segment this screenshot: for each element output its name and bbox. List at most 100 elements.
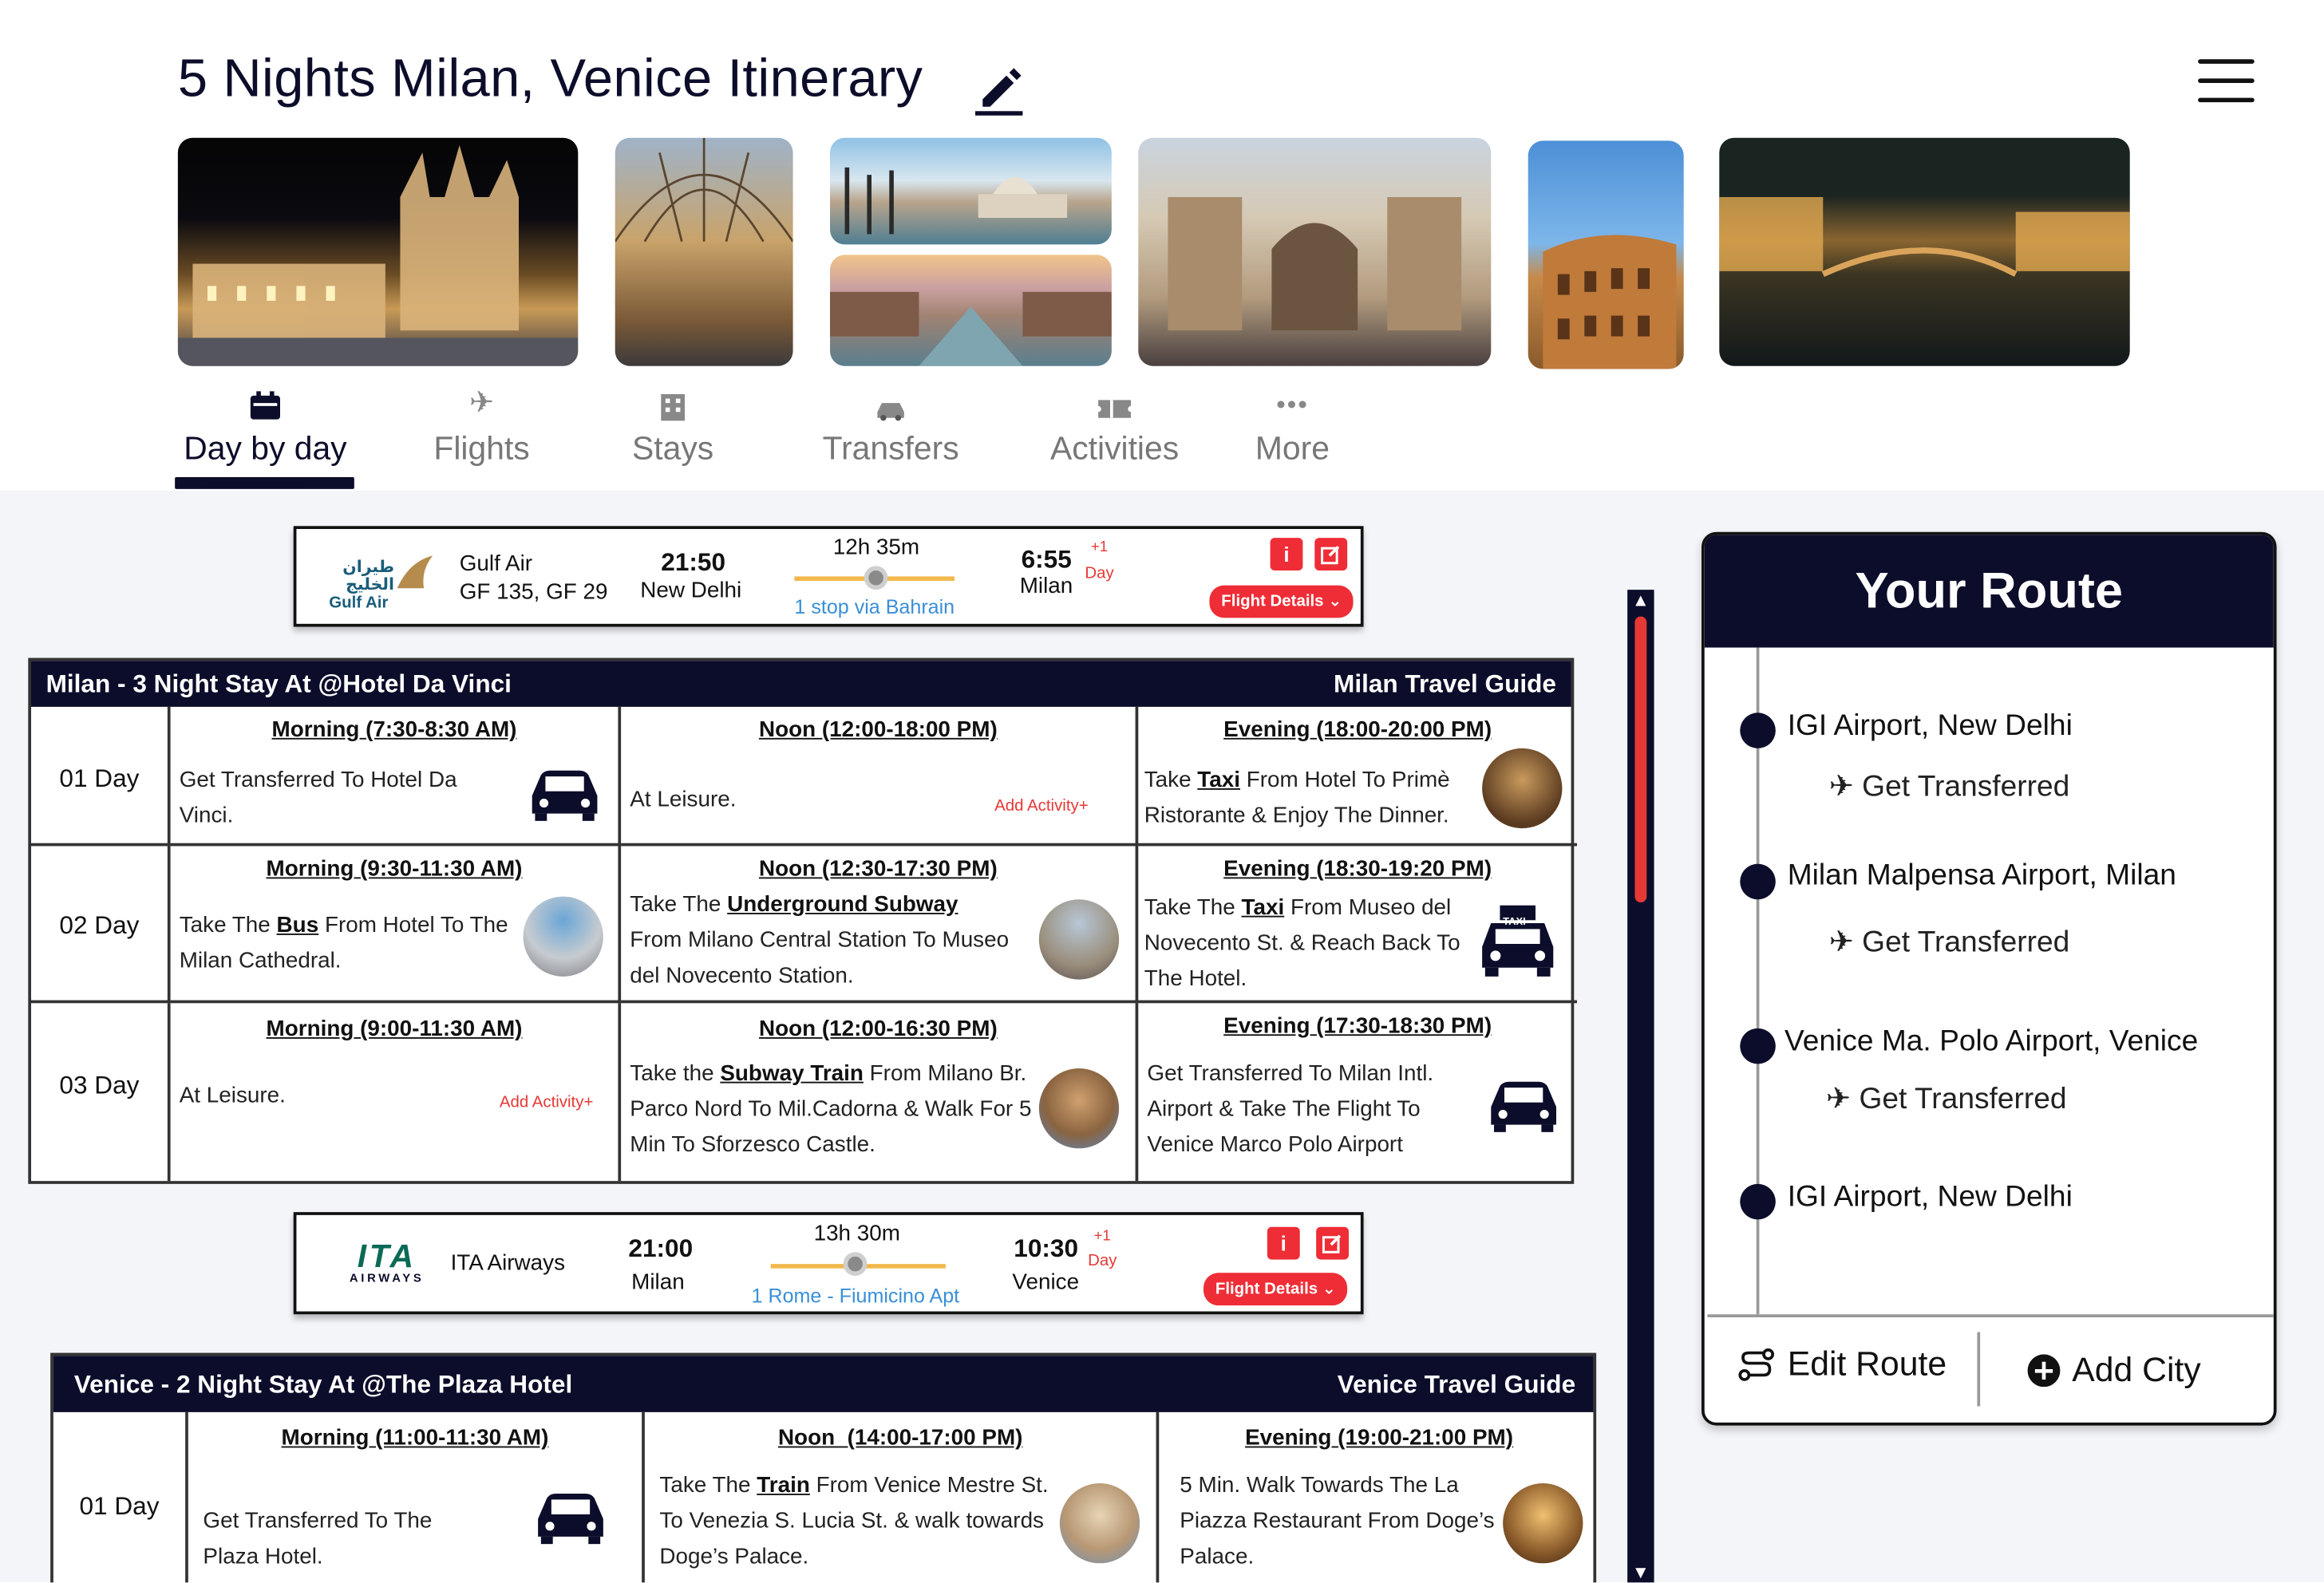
info-button[interactable]: i	[1267, 1226, 1300, 1260]
noon-cell: Noon (12:00-18:00 PM) At Leisure. Add Ac…	[621, 706, 1139, 847]
photo-venice-canal-2[interactable]	[830, 255, 1112, 366]
add-city-button[interactable]: Add City	[2027, 1350, 2201, 1390]
route-stop-city[interactable]: IGI Airport, New Delhi	[1788, 1181, 2073, 1215]
edit-flight-button[interactable]	[1314, 538, 1348, 571]
scroll-down-arrow[interactable]: ▼	[1627, 1561, 1654, 1582]
day-label: 03 Day	[59, 1071, 140, 1100]
departure-city: New Delhi	[640, 578, 742, 603]
photo-galleria-dome[interactable]	[615, 137, 793, 366]
evening-cell: Evening (19:00-21:00 PM) 5 Min. Walk Tow…	[1159, 1412, 1599, 1583]
menu-icon[interactable]	[2198, 59, 2255, 104]
photo-milan-cathedral-night[interactable]	[177, 137, 579, 366]
photo-venice-night[interactable]	[1719, 137, 2130, 366]
stop-info: 1 Rome - Fiumicino Apt	[751, 1285, 960, 1308]
edit-route-button[interactable]: Edit Route	[1737, 1344, 1947, 1384]
route-panel: Your Route IGI Airport, New Delhi ✈ Get …	[1702, 531, 2277, 1426]
stay-title: Milan - 3 Night Stay At @Hotel Da Vinci	[45, 669, 512, 698]
photo-colosseum[interactable]	[1528, 140, 1684, 369]
museo-thumbnail[interactable]	[1038, 899, 1120, 980]
day-label: 02 Day	[59, 911, 140, 940]
stay-block-venice: Venice - 2 Night Stay At @The Plaza Hote…	[50, 1352, 1599, 1583]
route-title: Your Route	[1704, 535, 2274, 648]
car-icon	[1491, 1081, 1557, 1132]
car-icon	[532, 770, 598, 821]
travel-guide-link[interactable]: Venice Travel Guide	[1338, 1356, 1575, 1415]
activity-text: Get Transferred To The Plaza Hotel.	[203, 1508, 433, 1569]
info-button[interactable]: i	[1270, 538, 1303, 571]
doges-palace-thumbnail[interactable]	[1059, 1483, 1140, 1564]
route-stop-dot	[1740, 1183, 1776, 1220]
flight-details-button[interactable]: Flight Details ⌄	[1204, 1273, 1348, 1306]
slot-title: Noon (12:00-18:00 PM)	[758, 716, 998, 743]
activity-text: At Leisure.	[179, 1083, 286, 1109]
plane-icon: ✈	[1826, 1083, 1852, 1116]
evening-cell: Evening (17:30-18:30 PM) Get Transferred…	[1138, 1003, 1577, 1181]
route-transfer: ✈ Get Transferred	[1826, 1083, 2067, 1116]
tab-label: Activities	[1049, 429, 1180, 468]
stop-marker	[864, 566, 888, 590]
active-tab-indicator	[175, 477, 354, 489]
scrollbar-thumb[interactable]	[1634, 616, 1647, 903]
milan-cathedral-thumbnail[interactable]	[523, 896, 603, 977]
edit-flight-button[interactable]	[1316, 1226, 1350, 1260]
next-day-label: Day	[1085, 564, 1114, 582]
flight-details-button[interactable]: Flight Details ⌄	[1209, 585, 1354, 618]
slot-title: Morning (9:00-11:30 AM)	[266, 1017, 523, 1042]
slot-title: Morning (7:30-8:30 AM)	[271, 716, 517, 743]
slot-title: Noon (14:00-17:00 PM)	[777, 1425, 1023, 1451]
morning-cell: Morning (11:00-11:30 AM) Get Transferred…	[188, 1411, 645, 1583]
edit-title-icon[interactable]	[970, 59, 1027, 116]
noon-cell: Noon (12:30-17:30 PM) Take The Undergrou…	[621, 846, 1139, 1004]
scroll-up-arrow[interactable]: ▲	[1627, 590, 1654, 610]
photo-venice-canal-1[interactable]	[830, 137, 1112, 245]
morning-cell: Morning (9:00-11:30 AM) At Leisure. Add …	[171, 1003, 622, 1182]
evening-cell: Evening (18:00-20:00 PM) Take Taxi From …	[1138, 707, 1578, 847]
add-activity-link[interactable]: Add Activity+	[500, 1084, 594, 1120]
tab-flights[interactable]: ✈ Flights	[415, 382, 548, 468]
tab-stays[interactable]: Stays	[611, 382, 735, 468]
edit-icon	[1322, 1234, 1342, 1253]
flight-duration: 12h 35m	[832, 535, 920, 561]
activity-text: At Leisure.	[630, 787, 737, 812]
airline-name: ITA Airways	[450, 1250, 566, 1277]
slot-title: Morning (11:00-11:30 AM)	[281, 1425, 549, 1451]
route-icon	[1738, 1348, 1775, 1380]
stay-header: Venice - 2 Night Stay At @The Plaza Hote…	[53, 1356, 1594, 1412]
route-footer-divider	[1707, 1314, 2274, 1318]
route-stop-city[interactable]: IGI Airport, New Delhi	[1788, 710, 2073, 744]
tab-label: Flights	[433, 429, 530, 468]
slot-title: Morning (9:30-11:30 AM)	[266, 856, 523, 882]
route-stop-dot	[1740, 713, 1776, 748]
chevron-down-icon: ⌄	[1328, 592, 1342, 611]
photo-galleria-arch[interactable]	[1138, 137, 1492, 366]
activity-text: Take The Underground Subway From Milano …	[630, 892, 1010, 989]
la-piazza-thumbnail[interactable]	[1503, 1483, 1583, 1564]
day-label-cell: 01 Day	[53, 1411, 188, 1583]
plane-icon: ✈	[468, 386, 495, 420]
tab-day-by-day[interactable]: Day by day	[175, 382, 356, 468]
arrival-time: 10:30	[1014, 1234, 1079, 1263]
add-activity-link[interactable]: Add Activity+	[994, 788, 1089, 824]
departure-time: 21:00	[628, 1234, 694, 1263]
tab-label: More	[1255, 429, 1330, 468]
plus-circle-icon	[2027, 1353, 2061, 1387]
tab-activities[interactable]: Activities	[1038, 382, 1192, 468]
chevron-down-icon: ⌄	[1322, 1280, 1336, 1298]
route-stop-city[interactable]: Venice Ma. Polo Airport, Venice	[1785, 1025, 2198, 1060]
slot-title: Evening (18:00-20:00 PM)	[1223, 716, 1492, 743]
slot-title: Evening (18:30-19:20 PM)	[1223, 856, 1492, 882]
arch-thumbnail[interactable]	[1038, 1068, 1120, 1149]
flight-card-ita: ITA AIRWAYS ITA Airways 21:00 Milan 13h …	[293, 1212, 1364, 1315]
hotel-icon	[661, 394, 686, 421]
morning-cell: Morning (9:30-11:30 AM) Take The Bus Fro…	[170, 846, 622, 1004]
travel-guide-link[interactable]: Milan Travel Guide	[1334, 661, 1556, 707]
tab-more[interactable]: ••• More	[1245, 382, 1340, 468]
route-stop-city[interactable]: Milan Malpensa Airport, Milan	[1788, 859, 2176, 894]
activity-text: Take the Subway Train From Milano Br. Pa…	[630, 1060, 1032, 1158]
restaurant-thumbnail[interactable]	[1482, 748, 1563, 829]
route-stop-dot	[1740, 1028, 1776, 1064]
car-icon	[877, 403, 904, 421]
scrollbar[interactable]: ▲ ▼	[1627, 590, 1654, 1583]
day-label-cell: 02 Day	[31, 846, 171, 1004]
tab-transfers[interactable]: Transfers	[808, 382, 974, 468]
